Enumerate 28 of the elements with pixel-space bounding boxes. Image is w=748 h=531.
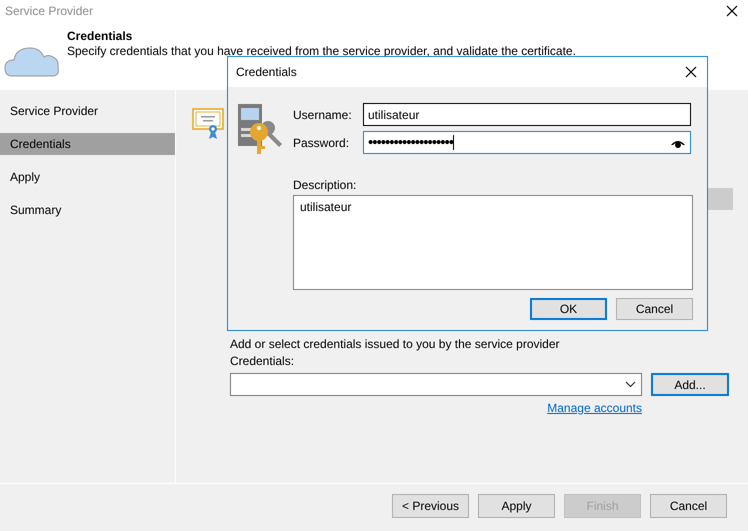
description-field[interactable]: utilisateur (293, 195, 693, 290)
credentials-dropdown[interactable] (230, 373, 642, 396)
ok-button[interactable]: OK (530, 298, 607, 320)
cancel-button[interactable]: Cancel (616, 298, 693, 320)
instruction-text: Add or select credentials issued to you by the service provider (230, 337, 561, 351)
password-label: Password: (293, 136, 350, 150)
cancel-button[interactable]: Cancel (650, 494, 727, 518)
sidebar-item[interactable]: Apply (0, 166, 175, 188)
window-title: Service Provider (5, 4, 94, 18)
password-field[interactable]: •••••••••••••••••••• (363, 131, 691, 154)
page-title: Credentials (67, 29, 134, 43)
sidebar-item[interactable]: Service Provider (0, 100, 175, 122)
username-field[interactable]: utilisateur (363, 103, 691, 126)
close-icon[interactable] (685, 66, 697, 78)
credentials-label: Credentials: (230, 354, 296, 368)
close-icon[interactable] (726, 5, 738, 17)
page-subtitle: Specify credentials that you have received from the service provider, and validate the certificate. (67, 44, 576, 58)
add-button[interactable]: Add... (651, 373, 729, 396)
sidebar-item[interactable]: Summary (0, 199, 175, 221)
description-label: Description: (293, 178, 358, 192)
username-label: Username: (293, 108, 353, 122)
apply-button[interactable]: Apply (478, 494, 555, 518)
sidebar-item[interactable]: Credentials (0, 133, 175, 155)
previous-button[interactable]: < Previous (392, 494, 469, 518)
manage-accounts-link[interactable]: Manage accounts (547, 401, 642, 415)
certificate-drawing (192, 108, 224, 140)
dialog-title: Credentials (236, 65, 297, 79)
chevron-down-icon (625, 381, 636, 388)
